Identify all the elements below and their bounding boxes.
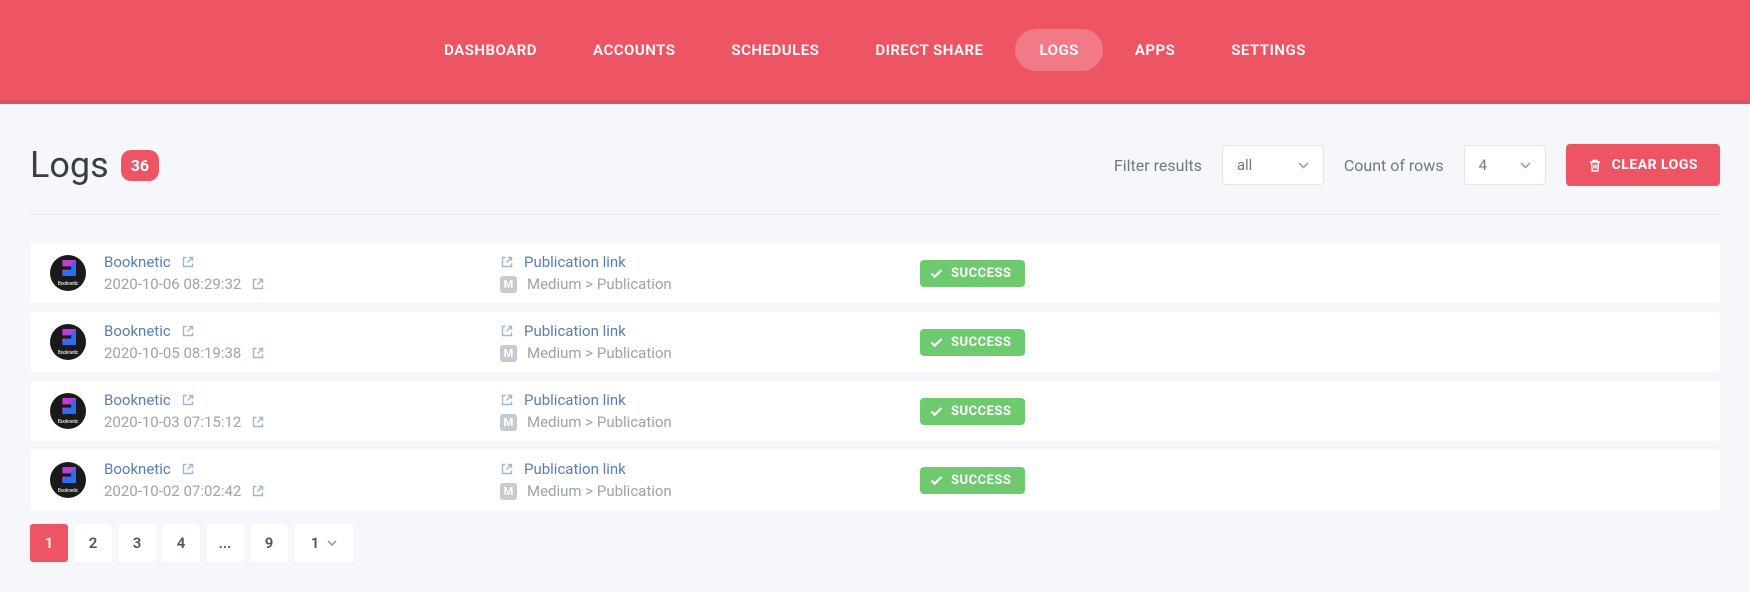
status-badge: SUCCESS <box>920 467 1025 494</box>
check-icon <box>930 268 943 279</box>
page-3[interactable]: 3 <box>118 524 156 562</box>
external-link-icon[interactable] <box>251 346 265 360</box>
external-link-icon[interactable] <box>251 277 265 291</box>
account-link[interactable]: Booknetic <box>104 322 171 340</box>
medium-badge-icon: M <box>500 276 517 293</box>
chevron-down-icon <box>1298 162 1309 169</box>
page-9[interactable]: 9 <box>250 524 288 562</box>
log-timestamp: 2020-10-03 07:15:12 <box>104 413 241 431</box>
external-link-icon[interactable] <box>251 415 265 429</box>
account-link[interactable]: Booknetic <box>104 253 171 271</box>
publication-link[interactable]: Publication link <box>524 391 626 409</box>
nav-dashboard[interactable]: DASHBOARD <box>420 29 561 71</box>
count-of-rows-value: 4 <box>1479 156 1487 174</box>
channel-text: Medium > Publication <box>527 275 672 293</box>
clear-logs-label: CLEAR LOGS <box>1612 157 1698 173</box>
external-link-icon[interactable] <box>251 484 265 498</box>
clear-logs-button[interactable]: CLEAR LOGS <box>1566 144 1720 186</box>
status-text: SUCCESS <box>951 473 1011 488</box>
filter-results-select[interactable]: all <box>1222 145 1324 185</box>
log-row: Booknetic 2020-10-03 07:15:12 Publication … <box>30 381 1720 441</box>
account-avatar <box>50 462 86 498</box>
check-icon <box>930 406 943 417</box>
account-avatar <box>50 255 86 291</box>
filter-results-value: all <box>1237 156 1252 174</box>
account-link[interactable]: Booknetic <box>104 391 171 409</box>
nav-apps[interactable]: APPS <box>1111 29 1199 71</box>
status-text: SUCCESS <box>951 266 1011 281</box>
chevron-down-icon <box>327 540 337 546</box>
medium-badge-icon: M <box>500 345 517 362</box>
nav-schedules[interactable]: SCHEDULES <box>707 29 843 71</box>
status-text: SUCCESS <box>951 335 1011 350</box>
logs-count-badge: 36 <box>121 150 159 181</box>
check-icon <box>930 337 943 348</box>
log-row: Booknetic 2020-10-02 07:02:42 Publication … <box>30 450 1720 510</box>
status-badge: SUCCESS <box>920 329 1025 356</box>
page-header: Logs 36 Filter results all Count of rows… <box>30 144 1720 215</box>
medium-badge-icon: M <box>500 483 517 500</box>
status-badge: SUCCESS <box>920 398 1025 425</box>
log-row: Booknetic 2020-10-05 08:19:38 Publication … <box>30 312 1720 372</box>
account-avatar <box>50 324 86 360</box>
publication-link[interactable]: Publication link <box>524 322 626 340</box>
count-of-rows-select[interactable]: 4 <box>1464 145 1546 185</box>
page-jump-value: 1 <box>311 534 320 552</box>
log-timestamp: 2020-10-06 08:29:32 <box>104 275 241 293</box>
count-of-rows-label: Count of rows <box>1344 156 1444 175</box>
external-link-icon[interactable] <box>500 393 514 407</box>
top-nav-bar: DASHBOARD ACCOUNTS SCHEDULES DIRECT SHAR… <box>0 0 1750 104</box>
external-link-icon[interactable] <box>500 255 514 269</box>
external-link-icon[interactable] <box>500 324 514 338</box>
filter-results-label: Filter results <box>1114 156 1202 175</box>
channel-text: Medium > Publication <box>527 413 672 431</box>
log-timestamp: 2020-10-02 07:02:42 <box>104 482 241 500</box>
log-timestamp: 2020-10-05 08:19:38 <box>104 344 241 362</box>
nav-settings[interactable]: SETTINGS <box>1207 29 1330 71</box>
log-row: Booknetic 2020-10-06 08:29:32 Publication … <box>30 243 1720 303</box>
status-badge: SUCCESS <box>920 260 1025 287</box>
trash-icon <box>1588 158 1602 173</box>
page-2[interactable]: 2 <box>74 524 112 562</box>
medium-badge-icon: M <box>500 414 517 431</box>
account-avatar <box>50 393 86 429</box>
page-jump-select[interactable]: 1 <box>294 524 354 562</box>
pagination: 1 2 3 4 ... 9 1 <box>30 524 1720 562</box>
publication-link[interactable]: Publication link <box>524 460 626 478</box>
channel-text: Medium > Publication <box>527 482 672 500</box>
page-4[interactable]: 4 <box>162 524 200 562</box>
channel-text: Medium > Publication <box>527 344 672 362</box>
page-title: Logs <box>30 144 109 186</box>
external-link-icon[interactable] <box>181 324 195 338</box>
external-link-icon[interactable] <box>181 255 195 269</box>
nav-logs[interactable]: LOGS <box>1015 29 1102 71</box>
check-icon <box>930 475 943 486</box>
nav: DASHBOARD ACCOUNTS SCHEDULES DIRECT SHAR… <box>420 29 1330 71</box>
external-link-icon[interactable] <box>181 462 195 476</box>
logs-list: Booknetic 2020-10-06 08:29:32 Publication … <box>30 243 1720 510</box>
account-link[interactable]: Booknetic <box>104 460 171 478</box>
nav-accounts[interactable]: ACCOUNTS <box>569 29 699 71</box>
status-text: SUCCESS <box>951 404 1011 419</box>
page-1[interactable]: 1 <box>30 524 68 562</box>
external-link-icon[interactable] <box>500 462 514 476</box>
page-ellipsis: ... <box>206 524 244 562</box>
external-link-icon[interactable] <box>181 393 195 407</box>
nav-direct-share[interactable]: DIRECT SHARE <box>851 29 1007 71</box>
chevron-down-icon <box>1520 162 1531 169</box>
publication-link[interactable]: Publication link <box>524 253 626 271</box>
